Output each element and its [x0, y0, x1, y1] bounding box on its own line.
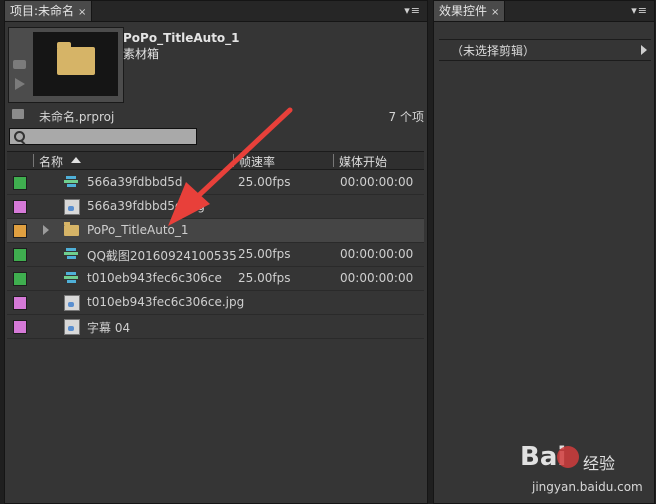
watermark-url: jingyan.baidu.com — [532, 480, 643, 494]
arrow-shaft — [193, 107, 293, 201]
watermark-suffix: 经验 — [583, 454, 616, 473]
annotation-arrow — [168, 107, 293, 226]
baidu-watermark: Bai 经验 jingyan.baidu.com — [520, 442, 650, 500]
paw-logo-icon — [557, 446, 579, 468]
